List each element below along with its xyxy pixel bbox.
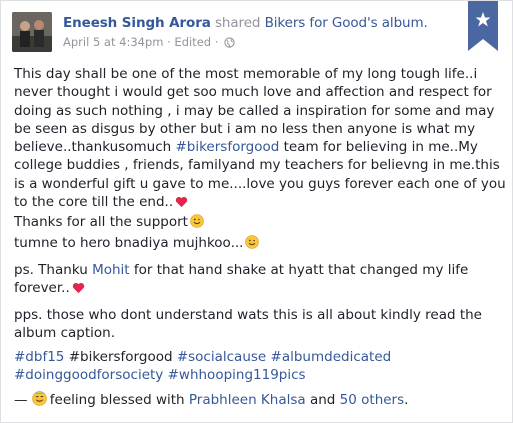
post-text: ps. Thanku [14, 261, 93, 278]
post-text: Thanks for all the support [14, 214, 188, 231]
author-name[interactable]: Eneesh Singh Arora [63, 15, 211, 31]
post-header: Eneesh Singh Arora shared Bikers for Goo… [12, 12, 452, 56]
meta-separator: · [167, 35, 171, 49]
tagged-others-link[interactable]: 50 others [340, 392, 404, 408]
feeling-dash: — [14, 391, 32, 408]
post-paragraph-pps: pps. those who dont understand wats this… [14, 306, 482, 341]
tagged-person-link[interactable]: Prabhleen Khalsa [189, 392, 306, 408]
feeling-text: and [305, 391, 340, 408]
bookmark-star-icon[interactable] [468, 1, 498, 51]
smile-emoji-icon [190, 214, 204, 233]
smile-emoji-icon [245, 234, 260, 254]
post-paragraph-main: This day shall be one of the most memora… [14, 65, 506, 254]
post-date[interactable]: April 5 at 4:34pm [63, 35, 163, 49]
meta-separator: · [214, 35, 219, 49]
heart-icon [72, 281, 85, 299]
hashtag-plain[interactable]: #bikersforgood [69, 349, 173, 365]
hashtag-list: #dbf15 #bikersforgood #socialcause #albu… [14, 348, 506, 385]
feeling-line: — feeling blessed with Prabhleen Khalsa … [14, 390, 506, 411]
post-card: Eneesh Singh Arora shared Bikers for Goo… [0, 0, 513, 423]
post-paragraph-ps: ps. Thanku Mohit for that hand shake at … [14, 261, 506, 300]
post-meta: April 5 at 4:34pm · Edited · [63, 34, 235, 52]
author-line: Eneesh Singh Arora shared Bikers for Goo… [63, 14, 428, 32]
heart-icon [175, 195, 188, 213]
shared-album-link[interactable]: Bikers for Good's album. [265, 15, 428, 31]
feeling-text: feeling blessed with [49, 391, 189, 408]
edited-label[interactable]: Edited [174, 35, 211, 49]
globe-icon[interactable] [224, 36, 235, 52]
hashtag-link[interactable]: #dbf15 [14, 349, 64, 365]
hashtag-link[interactable]: #bikersforgood [175, 139, 279, 155]
hashtag-link[interactable]: #doinggoodforsociety [14, 367, 163, 383]
feeling-text: . [404, 391, 409, 408]
author-action: shared [214, 15, 261, 31]
hashtag-link[interactable]: #albumdedicated [271, 349, 392, 365]
post-text: tumne to hero bnadiya mujhkoo... [14, 234, 244, 251]
post-body: This day shall be one of the most memora… [14, 65, 506, 417]
hashtag-link[interactable]: #whhooping119pics [168, 367, 306, 383]
mention-link[interactable]: Mohit [92, 262, 130, 278]
hashtag-link[interactable]: #socialcause [177, 349, 266, 365]
avatar[interactable] [12, 12, 52, 52]
blessed-emoji-icon [32, 390, 47, 411]
